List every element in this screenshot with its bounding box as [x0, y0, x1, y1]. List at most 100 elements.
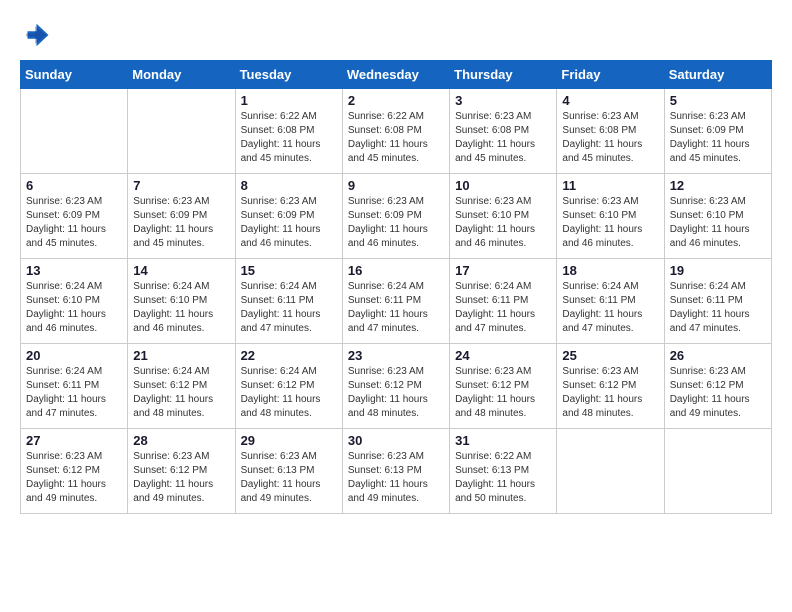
day-number: 27	[26, 433, 122, 448]
weekday-header: Monday	[128, 61, 235, 89]
day-info: Sunrise: 6:23 AM Sunset: 6:09 PM Dayligh…	[133, 195, 229, 251]
calendar-cell: 18 Sunrise: 6:24 AM Sunset: 6:11 PM Dayli…	[557, 259, 664, 344]
calendar-cell: 29Sunrise: 6:23 AM Sunset: 6:13 PM Dayli…	[235, 429, 342, 514]
calendar-cell: 10Sunrise: 6:23 AM Sunset: 6:10 PM Dayli…	[450, 174, 557, 259]
day-info: Sunrise: 6:24 AM Sunset: 6:11 PM Dayligh…	[26, 365, 122, 421]
day-info: Sunrise: 6:23 AM Sunset: 6:12 PM Dayligh…	[670, 365, 766, 421]
day-info: Sunrise: 6:24 AM Sunset: 6:12 PM Dayligh…	[241, 365, 337, 421]
day-info: Sunrise: 6:22 AM Sunset: 6:08 PM Dayligh…	[241, 110, 337, 166]
day-info: Sunrise: 6:23 AM Sunset: 6:09 PM Dayligh…	[241, 195, 337, 251]
calendar-cell: 11Sunrise: 6:23 AM Sunset: 6:10 PM Dayli…	[557, 174, 664, 259]
day-number: 18	[562, 263, 658, 278]
weekday-header: Tuesday	[235, 61, 342, 89]
day-number: 8	[241, 178, 337, 193]
day-number: 6	[26, 178, 122, 193]
day-number: 16	[348, 263, 444, 278]
calendar-cell: 22 Sunrise: 6:24 AM Sunset: 6:12 PM Dayli…	[235, 344, 342, 429]
day-info: Sunrise: 6:24 AM Sunset: 6:11 PM Dayligh…	[562, 280, 658, 336]
day-number: 24	[455, 348, 551, 363]
day-info: Sunrise: 6:23 AM Sunset: 6:12 PM Dayligh…	[26, 450, 122, 506]
day-number: 28	[133, 433, 229, 448]
calendar-table: SundayMondayTuesdayWednesdayThursdayFrid…	[20, 60, 772, 514]
day-info: Sunrise: 6:24 AM Sunset: 6:12 PM Dayligh…	[133, 365, 229, 421]
day-number: 20	[26, 348, 122, 363]
calendar-cell: 16 Sunrise: 6:24 AM Sunset: 6:11 PM Dayli…	[342, 259, 449, 344]
day-info: Sunrise: 6:24 AM Sunset: 6:11 PM Dayligh…	[455, 280, 551, 336]
calendar-cell: 30 Sunrise: 6:23 AM Sunset: 6:13 PM Dayli…	[342, 429, 449, 514]
day-number: 3	[455, 93, 551, 108]
day-info: Sunrise: 6:24 AM Sunset: 6:10 PM Dayligh…	[133, 280, 229, 336]
calendar-cell: 14Sunrise: 6:24 AM Sunset: 6:10 PM Dayli…	[128, 259, 235, 344]
calendar-cell: 2Sunrise: 6:22 AM Sunset: 6:08 PM Daylig…	[342, 89, 449, 174]
day-number: 5	[670, 93, 766, 108]
day-info: Sunrise: 6:23 AM Sunset: 6:09 PM Dayligh…	[348, 195, 444, 251]
calendar-cell: 4 Sunrise: 6:23 AM Sunset: 6:08 PM Daylig…	[557, 89, 664, 174]
day-number: 15	[241, 263, 337, 278]
day-info: Sunrise: 6:22 AM Sunset: 6:13 PM Dayligh…	[455, 450, 551, 506]
day-number: 30	[348, 433, 444, 448]
calendar-cell: 8 Sunrise: 6:23 AM Sunset: 6:09 PM Daylig…	[235, 174, 342, 259]
calendar-cell: 21Sunrise: 6:24 AM Sunset: 6:12 PM Dayli…	[128, 344, 235, 429]
calendar-cell: 27 Sunrise: 6:23 AM Sunset: 6:12 PM Dayli…	[21, 429, 128, 514]
calendar-week-row: 20 Sunrise: 6:24 AM Sunset: 6:11 PM Dayli…	[21, 344, 772, 429]
day-info: Sunrise: 6:24 AM Sunset: 6:11 PM Dayligh…	[670, 280, 766, 336]
calendar-cell: 1 Sunrise: 6:22 AM Sunset: 6:08 PM Daylig…	[235, 89, 342, 174]
day-number: 12	[670, 178, 766, 193]
calendar-cell	[21, 89, 128, 174]
day-info: Sunrise: 6:23 AM Sunset: 6:12 PM Dayligh…	[348, 365, 444, 421]
calendar-cell: 19 Sunrise: 6:24 AM Sunset: 6:11 PM Dayli…	[664, 259, 771, 344]
day-number: 31	[455, 433, 551, 448]
calendar-cell: 5 Sunrise: 6:23 AM Sunset: 6:09 PM Daylig…	[664, 89, 771, 174]
day-info: Sunrise: 6:23 AM Sunset: 6:12 PM Dayligh…	[455, 365, 551, 421]
day-number: 13	[26, 263, 122, 278]
logo	[20, 20, 52, 50]
calendar-cell	[557, 429, 664, 514]
calendar-cell: 9 Sunrise: 6:23 AM Sunset: 6:09 PM Daylig…	[342, 174, 449, 259]
day-info: Sunrise: 6:23 AM Sunset: 6:09 PM Dayligh…	[26, 195, 122, 251]
calendar-cell: 26 Sunrise: 6:23 AM Sunset: 6:12 PM Dayli…	[664, 344, 771, 429]
day-number: 26	[670, 348, 766, 363]
calendar-cell: 25 Sunrise: 6:23 AM Sunset: 6:12 PM Dayli…	[557, 344, 664, 429]
calendar-cell: 15 Sunrise: 6:24 AM Sunset: 6:11 PM Dayli…	[235, 259, 342, 344]
day-info: Sunrise: 6:23 AM Sunset: 6:09 PM Dayligh…	[670, 110, 766, 166]
calendar-cell: 31 Sunrise: 6:22 AM Sunset: 6:13 PM Dayli…	[450, 429, 557, 514]
day-number: 1	[241, 93, 337, 108]
day-number: 4	[562, 93, 658, 108]
day-number: 25	[562, 348, 658, 363]
calendar-cell: 17 Sunrise: 6:24 AM Sunset: 6:11 PM Dayli…	[450, 259, 557, 344]
day-info: Sunrise: 6:23 AM Sunset: 6:13 PM Dayligh…	[348, 450, 444, 506]
calendar-cell	[128, 89, 235, 174]
weekday-header: Friday	[557, 61, 664, 89]
calendar-cell: 20 Sunrise: 6:24 AM Sunset: 6:11 PM Dayli…	[21, 344, 128, 429]
day-number: 22	[241, 348, 337, 363]
calendar-week-row: 1 Sunrise: 6:22 AM Sunset: 6:08 PM Daylig…	[21, 89, 772, 174]
logo-icon	[20, 20, 50, 50]
day-info: Sunrise: 6:24 AM Sunset: 6:11 PM Dayligh…	[348, 280, 444, 336]
calendar-cell: 7 Sunrise: 6:23 AM Sunset: 6:09 PM Daylig…	[128, 174, 235, 259]
calendar-cell: 13Sunrise: 6:24 AM Sunset: 6:10 PM Dayli…	[21, 259, 128, 344]
day-number: 7	[133, 178, 229, 193]
calendar-header-row: SundayMondayTuesdayWednesdayThursdayFrid…	[21, 61, 772, 89]
calendar-week-row: 6 Sunrise: 6:23 AM Sunset: 6:09 PM Daylig…	[21, 174, 772, 259]
weekday-header: Thursday	[450, 61, 557, 89]
calendar-cell: 28 Sunrise: 6:23 AM Sunset: 6:12 PM Dayli…	[128, 429, 235, 514]
day-number: 10	[455, 178, 551, 193]
day-number: 17	[455, 263, 551, 278]
calendar-cell	[664, 429, 771, 514]
calendar-cell: 23Sunrise: 6:23 AM Sunset: 6:12 PM Dayli…	[342, 344, 449, 429]
day-info: Sunrise: 6:22 AM Sunset: 6:08 PM Dayligh…	[348, 110, 444, 166]
day-info: Sunrise: 6:23 AM Sunset: 6:12 PM Dayligh…	[562, 365, 658, 421]
day-info: Sunrise: 6:23 AM Sunset: 6:12 PM Dayligh…	[133, 450, 229, 506]
calendar-cell: 6 Sunrise: 6:23 AM Sunset: 6:09 PM Daylig…	[21, 174, 128, 259]
day-number: 9	[348, 178, 444, 193]
day-info: Sunrise: 6:23 AM Sunset: 6:10 PM Dayligh…	[670, 195, 766, 251]
weekday-header: Saturday	[664, 61, 771, 89]
day-info: Sunrise: 6:24 AM Sunset: 6:11 PM Dayligh…	[241, 280, 337, 336]
day-number: 11	[562, 178, 658, 193]
calendar-cell: 12 Sunrise: 6:23 AM Sunset: 6:10 PM Dayli…	[664, 174, 771, 259]
day-info: Sunrise: 6:23 AM Sunset: 6:08 PM Dayligh…	[562, 110, 658, 166]
calendar-week-row: 13 Sunrise: 6:24 AM Sunset: 6:10 PM Dayli…	[21, 259, 772, 344]
day-number: 19	[670, 263, 766, 278]
calendar-cell: 3Sunrise: 6:23 AM Sunset: 6:08 PM Daylig…	[450, 89, 557, 174]
calendar-cell: 24 Sunrise: 6:23 AM Sunset: 6:12 PM Dayli…	[450, 344, 557, 429]
